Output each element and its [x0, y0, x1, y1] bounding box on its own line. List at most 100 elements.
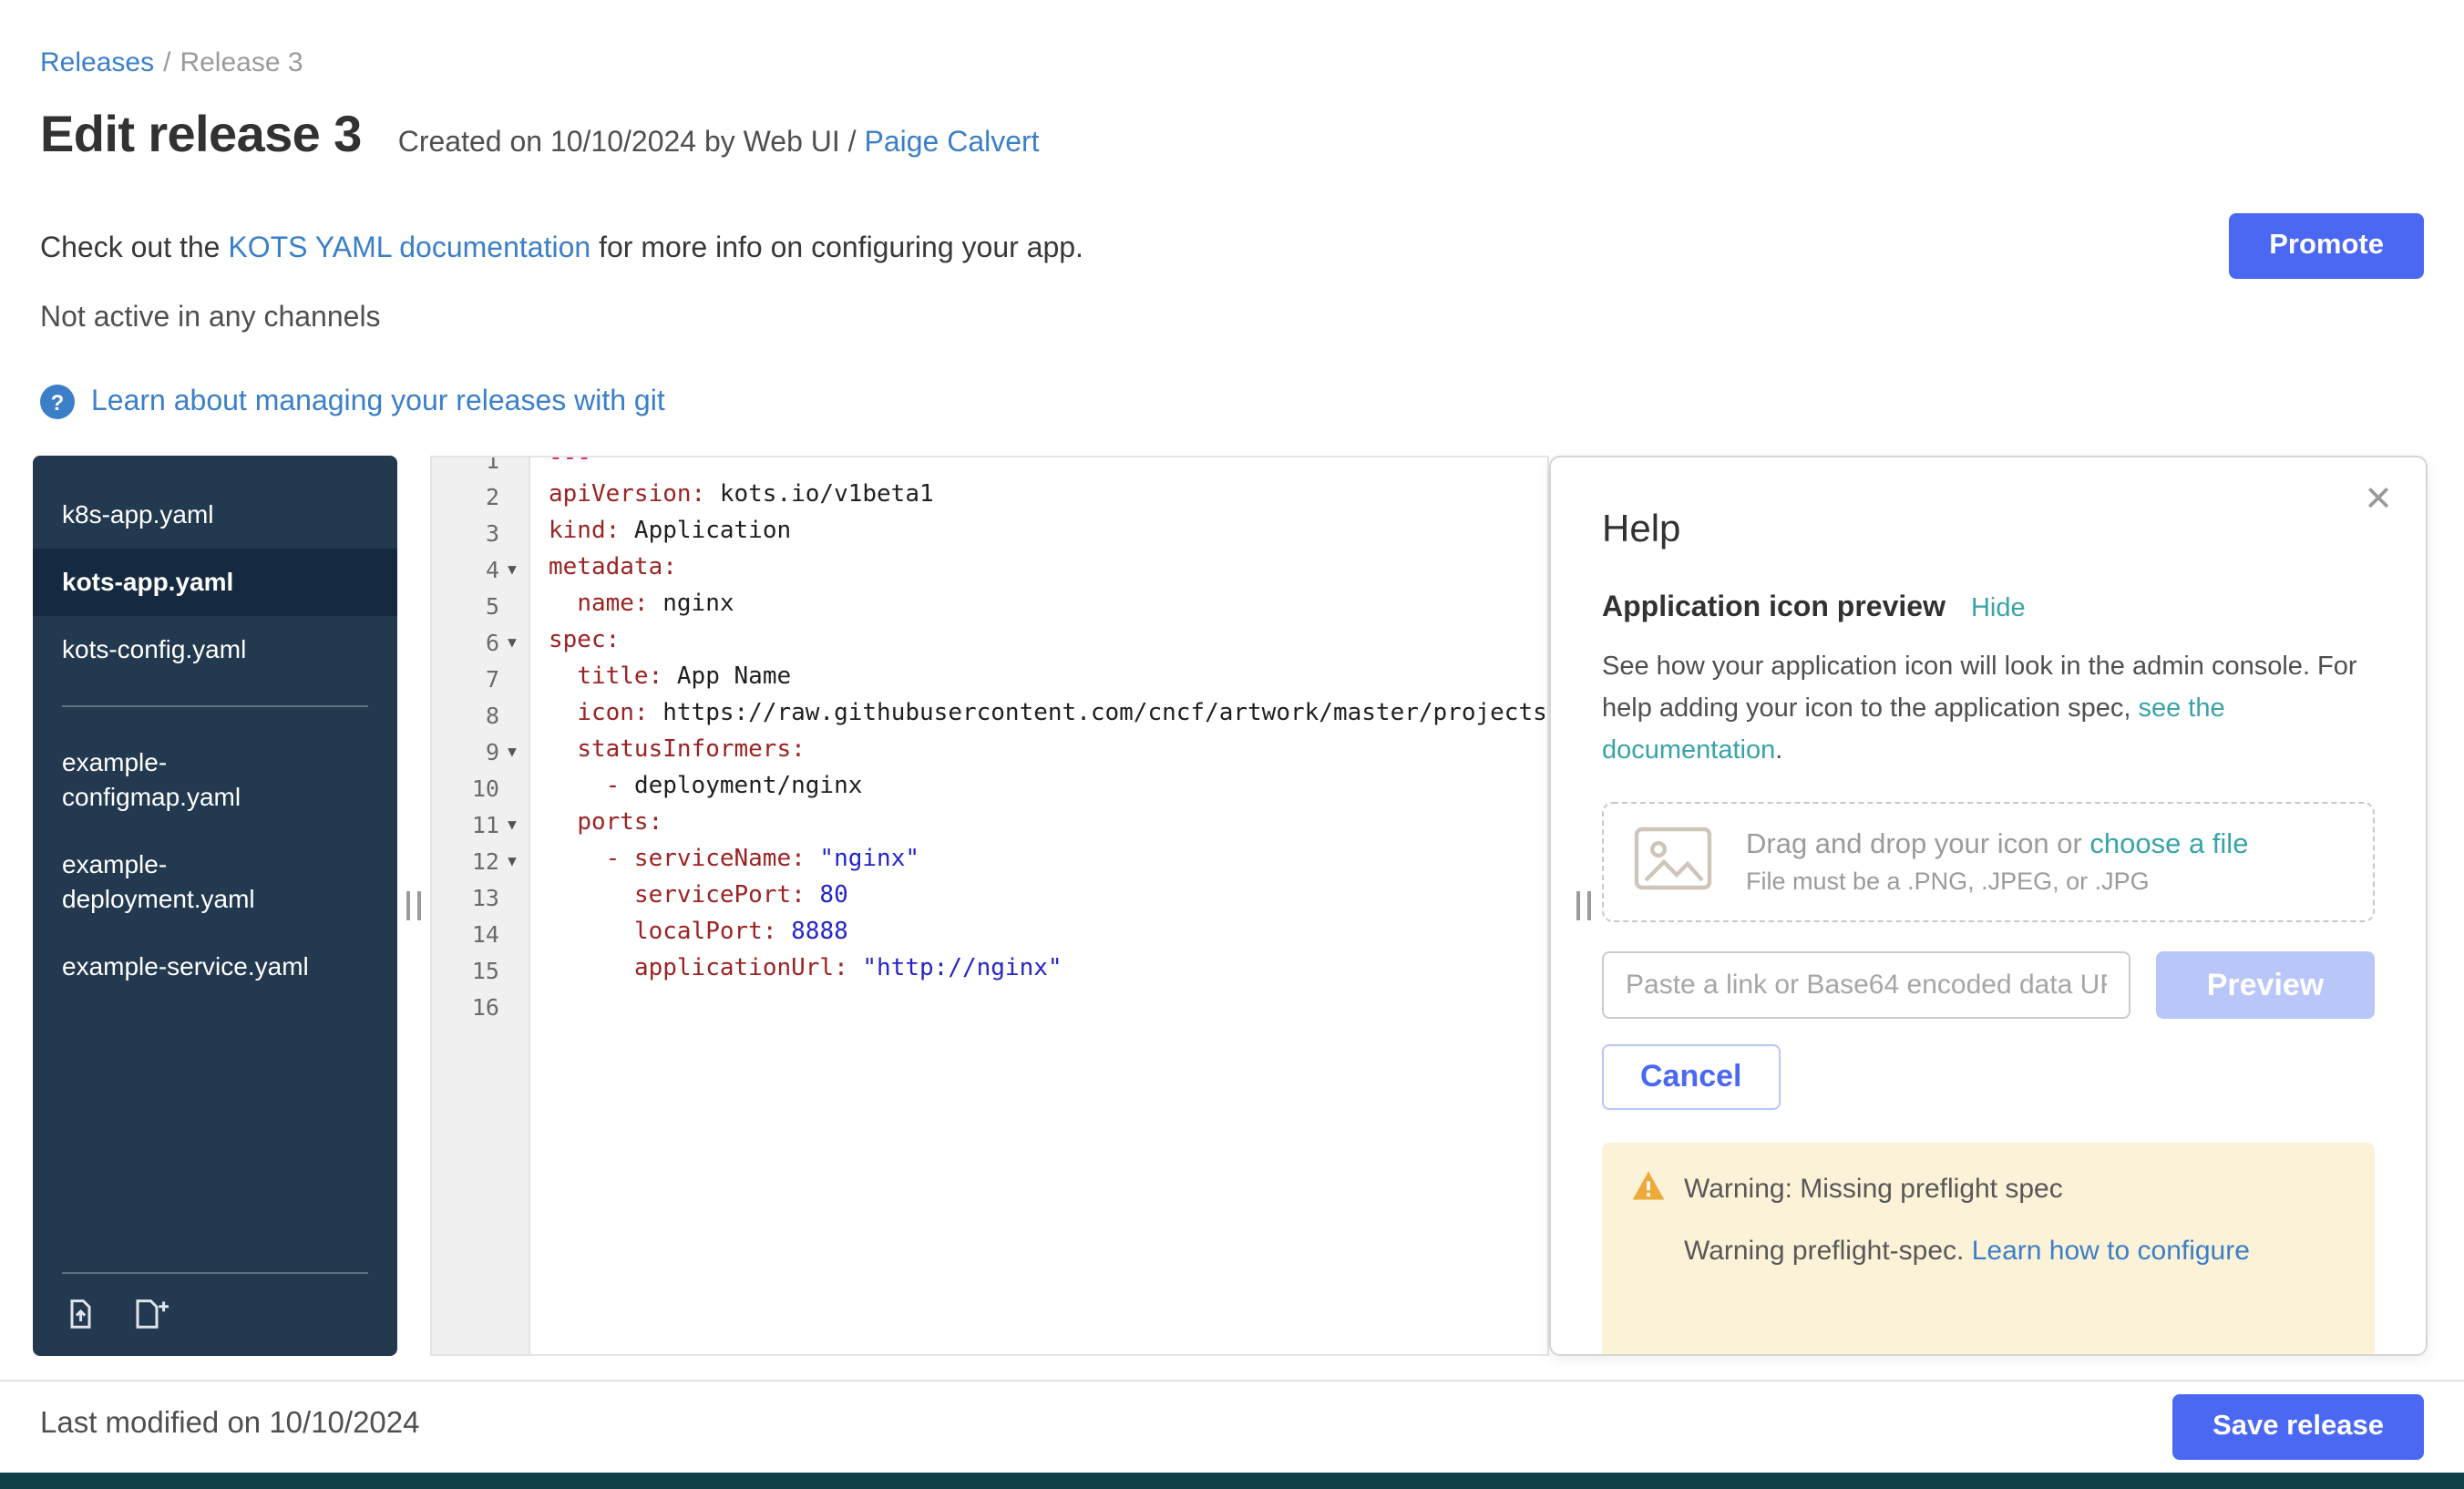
warning-text: Warning: Missing preflight spec	[1684, 1174, 2063, 1205]
code-line-8[interactable]: icon: https://raw.githubusercontent.com/…	[549, 696, 1547, 733]
dropzone-line1-text: Drag and drop your icon or	[1746, 829, 2089, 860]
sidebar-editor-gap	[397, 456, 430, 1356]
page-title: Edit release 3	[40, 106, 362, 164]
file-tree-item-example-service.yaml[interactable]: example-service.yaml	[33, 933, 397, 1001]
breadcrumb-releases-link[interactable]: Releases	[40, 47, 154, 78]
preflight-warning-box: Warning: Missing preflight spec Warning …	[1602, 1143, 2375, 1356]
editor-gutter: 1234▼56▼789▼1011▼12▼13141516	[432, 457, 530, 1354]
promote-button[interactable]: Promote	[2229, 213, 2424, 279]
icon-preview-title: Application icon preview	[1602, 592, 1946, 625]
code-line-14[interactable]: localPort: 8888	[549, 915, 1547, 951]
fold-caret-icon[interactable]: ▼	[499, 852, 529, 868]
hide-link[interactable]: Hide	[1971, 594, 2026, 623]
description-text: See how your application icon will look …	[1602, 652, 2357, 724]
warning-icon	[1631, 1170, 1666, 1208]
code-line-10[interactable]: - deployment/nginx	[549, 769, 1547, 806]
help-panel-title: Help	[1602, 508, 2375, 552]
fold-caret-icon[interactable]: ▼	[499, 633, 529, 650]
created-text: Created on 10/10/2024 by Web UI /	[398, 128, 865, 159]
code-line-12[interactable]: - serviceName: "nginx"	[549, 842, 1547, 878]
cancel-button[interactable]: Cancel	[1602, 1044, 1781, 1110]
release-editor-area: k8s-app.yamlkots-app.yamlkots-config.yam…	[33, 456, 2428, 1356]
gutter-line-4[interactable]: 4▼	[432, 550, 529, 587]
code-line-1[interactable]: ---	[549, 457, 1547, 478]
code-line-13[interactable]: servicePort: 80	[549, 878, 1547, 915]
edit-release-page: Releases / Release 3 Edit release 3 Create…	[0, 0, 2464, 1489]
image-placeholder-icon	[1633, 825, 1713, 899]
gutter-line-3: 3	[432, 514, 529, 550]
file-tree-sidebar: k8s-app.yamlkots-app.yamlkots-config.yam…	[33, 456, 397, 1356]
gutter-line-13: 13	[432, 878, 529, 915]
gutter-line-16: 16	[432, 988, 529, 1024]
yaml-editor[interactable]: 1234▼56▼789▼1011▼12▼13141516 ---apiVersi…	[430, 456, 1549, 1356]
code-line-4[interactable]: metadata:	[549, 550, 1547, 587]
file-tree: k8s-app.yamlkots-app.yamlkots-config.yam…	[33, 481, 397, 1001]
editor-code-area[interactable]: ---apiVersion: kots.io/v1beta1kind: Appl…	[530, 457, 1547, 1354]
file-tree-item-example-deployment.yaml[interactable]: example-deployment.yaml	[33, 831, 397, 933]
save-release-button[interactable]: Save release	[2172, 1394, 2424, 1460]
dropzone-line2: File must be a .PNG, .JPEG, or .JPG	[1746, 868, 2248, 895]
git-releases-link[interactable]: Learn about managing your releases with …	[91, 385, 665, 418]
gutter-line-9[interactable]: 9▼	[432, 733, 529, 769]
gutter-line-10: 10	[432, 769, 529, 806]
author-link[interactable]: Paige Calvert	[864, 128, 1039, 159]
code-line-3[interactable]: kind: Application	[549, 514, 1547, 550]
dropzone-text: Drag and drop your icon or choose a file…	[1746, 829, 2248, 895]
footer-divider	[0, 1380, 2464, 1381]
icon-url-input[interactable]	[1602, 951, 2130, 1019]
file-tree-divider	[62, 705, 368, 707]
code-line-5[interactable]: name: nginx	[549, 587, 1547, 623]
gutter-line-14: 14	[432, 915, 529, 951]
breadcrumb-separator: /	[163, 47, 170, 78]
fold-caret-icon[interactable]: ▼	[499, 816, 529, 832]
new-file-icon[interactable]	[131, 1296, 171, 1332]
import-file-icon[interactable]	[62, 1296, 98, 1332]
help-panel: ✕ Help Application icon preview Hide See…	[1549, 456, 2428, 1356]
gutter-line-6[interactable]: 6▼	[432, 623, 529, 660]
code-line-16[interactable]	[549, 988, 1547, 1024]
bottom-strip	[0, 1473, 2464, 1489]
icon-preview-section-header: Application icon preview Hide	[1602, 592, 2375, 625]
learn-how-to-configure-link[interactable]: Learn how to configure	[1972, 1236, 2250, 1267]
gutter-line-5: 5	[432, 587, 529, 623]
breadcrumb-current: Release 3	[180, 47, 303, 78]
gutter-line-11[interactable]: 11▼	[432, 806, 529, 842]
gutter-line-12[interactable]: 12▼	[432, 842, 529, 878]
code-line-15[interactable]: applicationUrl: "http://nginx"	[549, 951, 1547, 988]
fold-caret-icon[interactable]: ▼	[499, 743, 529, 759]
dropzone-line1: Drag and drop your icon or choose a file	[1746, 829, 2248, 862]
code-line-2[interactable]: apiVersion: kots.io/v1beta1	[549, 478, 1547, 514]
choose-file-link[interactable]: choose a file	[2089, 829, 2248, 860]
code-line-7[interactable]: title: App Name	[549, 660, 1547, 696]
doc-hint: Check out the KOTS YAML documentation fo…	[40, 233, 1083, 266]
code-line-9[interactable]: statusInformers:	[549, 733, 1547, 769]
code-line-11[interactable]: ports:	[549, 806, 1547, 842]
close-icon[interactable]: ✕	[2364, 483, 2393, 518]
gutter-line-15: 15	[432, 951, 529, 988]
git-help-row: ? Learn about managing your releases wit…	[40, 385, 665, 419]
created-meta: Created on 10/10/2024 by Web UI / Paige …	[398, 128, 1040, 160]
doc-hint-pre: Check out the	[40, 233, 228, 264]
warning-detail: Warning preflight-spec. Learn how to con…	[1684, 1236, 2346, 1267]
sidebar-resize-handle[interactable]	[406, 891, 421, 920]
preview-button[interactable]: Preview	[2156, 951, 2375, 1019]
title-row: Edit release 3 Created on 10/10/2024 by …	[40, 106, 1040, 164]
gutter-line-2: 2	[432, 478, 529, 514]
icon-preview-description: See how your application icon will look …	[1602, 647, 2375, 773]
gutter-line-7: 7	[432, 660, 529, 696]
file-tree-item-example-configmap.yaml[interactable]: example-configmap.yaml	[33, 729, 397, 831]
question-icon: ?	[40, 385, 75, 419]
warning-detail-text: Warning preflight-spec.	[1684, 1236, 1972, 1267]
file-tree-item-k8s-app.yaml[interactable]: k8s-app.yaml	[33, 481, 397, 549]
file-tree-item-kots-config.yaml[interactable]: kots-config.yaml	[33, 616, 397, 683]
channel-status: Not active in any channels	[40, 303, 381, 335]
help-panel-resize-handle[interactable]	[1576, 891, 1591, 920]
kots-yaml-doc-link[interactable]: KOTS YAML documentation	[228, 233, 590, 264]
description-period: .	[1775, 736, 1782, 765]
file-tree-item-kots-app.yaml[interactable]: kots-app.yaml	[33, 549, 397, 616]
fold-caret-icon[interactable]: ▼	[499, 560, 529, 577]
gutter-line-8: 8	[432, 696, 529, 733]
breadcrumb: Releases / Release 3	[40, 47, 303, 78]
code-line-6[interactable]: spec:	[549, 623, 1547, 660]
icon-dropzone[interactable]: Drag and drop your icon or choose a file…	[1602, 802, 2375, 922]
